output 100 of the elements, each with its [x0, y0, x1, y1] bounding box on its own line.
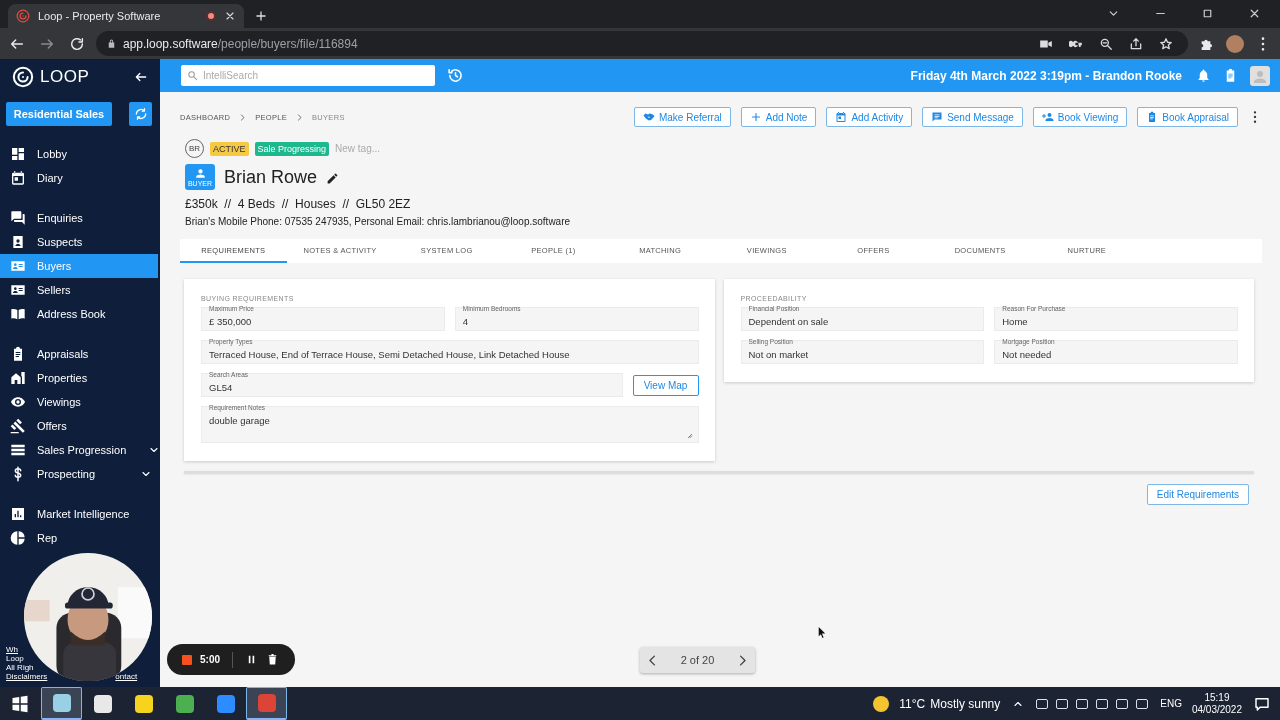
profile-avatar[interactable]: [1226, 34, 1244, 53]
zoom-icon[interactable]: [1099, 36, 1113, 51]
plus-icon: [749, 111, 762, 123]
nav-icon: [10, 170, 26, 186]
footer-link[interactable]: Wh: [6, 645, 18, 654]
nav-icon: [10, 306, 26, 322]
sync-icon: [133, 107, 148, 121]
start-icon[interactable]: [11, 694, 29, 713]
tray-icon[interactable]: [1076, 698, 1089, 709]
browser-tab[interactable]: Loop - Property Software: [8, 4, 244, 28]
temperature-text: 11°C: [899, 696, 926, 711]
tray-icon[interactable]: [1116, 698, 1129, 709]
address-bar[interactable]: app.loop.software/people/buyers/file/116894: [96, 31, 1188, 56]
message-icon: [931, 111, 944, 123]
tray-icon[interactable]: [1056, 698, 1069, 709]
date-user-text: Friday 4th March 2022 3:19pm - Brandon Rooke: [910, 68, 1182, 83]
app-icon[interactable]: [93, 694, 112, 713]
status-tag: ACTIVE: [210, 141, 249, 156]
nav-icon: [10, 530, 26, 546]
sidebar-item[interactable]: Sales Progression: [0, 438, 160, 462]
nav-icon: [10, 210, 26, 226]
sidebar-item[interactable]: Diary: [0, 166, 160, 190]
refresh-button[interactable]: [129, 102, 152, 126]
action-button[interactable]: Send Message: [922, 107, 1023, 127]
action-button[interactable]: Book Viewing: [1032, 107, 1128, 127]
new-tab-icon[interactable]: [254, 9, 268, 23]
calendar-icon: [835, 111, 848, 123]
nav-icon: [10, 146, 26, 162]
maximize-icon[interactable]: [1201, 7, 1214, 20]
weather-icon: [873, 695, 890, 712]
nav-icon: [10, 442, 26, 458]
recording-icon: [206, 11, 216, 21]
logo-text: LOOP: [40, 66, 90, 87]
edit-requirements-button[interactable]: Edit Requirements: [1146, 484, 1249, 505]
page-count: 2 of 20: [680, 654, 715, 666]
sidebar-item[interactable]: Prospecting: [0, 462, 160, 486]
nav-icon: [10, 370, 26, 386]
sidebar-item[interactable]: Appraisals: [0, 342, 160, 366]
sidebar-item[interactable]: Properties: [0, 366, 160, 390]
trash-icon[interactable]: [266, 653, 279, 666]
url-text: app.loop.software/people/buyers/file/116894: [123, 36, 358, 51]
person-add-icon: [1041, 111, 1054, 123]
edit-icon[interactable]: [326, 172, 340, 185]
sidebar-item[interactable]: Rep: [0, 526, 160, 550]
clock-date[interactable]: 04/03/2022: [1191, 703, 1242, 716]
action-button[interactable]: Make Referral: [633, 107, 731, 127]
nav-icon: [10, 258, 26, 274]
contact-details: Brian's Mobile Phone: 07535 247935, Personal Email: chris.lambrianou@loop.software: [185, 216, 572, 227]
stop-icon[interactable]: [182, 654, 192, 665]
person-icon: [193, 166, 207, 180]
search-field[interactable]: IntelliSearch: [181, 65, 435, 86]
app-icon[interactable]: [134, 694, 153, 713]
person-name: Brian Rowe: [224, 166, 318, 188]
close-icon[interactable]: [224, 10, 236, 22]
history-icon[interactable]: [447, 67, 464, 84]
sidebar-item[interactable]: Market Intelligence: [0, 502, 160, 526]
nav-icon: [10, 506, 26, 522]
lock-icon: [106, 38, 117, 49]
search-icon: [187, 70, 198, 81]
chevron-icon: [295, 112, 305, 122]
app-icon[interactable]: [52, 694, 71, 712]
tray-icon[interactable]: [1036, 698, 1049, 709]
logo-icon: [12, 65, 34, 88]
share-icon[interactable]: [1129, 36, 1143, 51]
footer-text: All Righ: [6, 663, 34, 672]
status-tag: Sale Progressing: [254, 141, 330, 156]
nav-icon: [10, 282, 26, 298]
action-button[interactable]: Book Appraisal: [1137, 107, 1238, 127]
action-button[interactable]: Add Note: [740, 107, 817, 127]
sidebar-item[interactable]: Enquiries: [0, 206, 160, 230]
tab-favicon-icon: [16, 9, 30, 23]
language-text[interactable]: ENG: [1160, 698, 1182, 709]
weather-text: Mostly sunny: [930, 696, 1001, 711]
star-icon[interactable]: [1159, 36, 1173, 51]
chevron-icon: [238, 112, 248, 122]
action-button[interactable]: Add Activity: [826, 107, 913, 127]
tray-icon[interactable]: [1136, 698, 1149, 709]
bell-icon[interactable]: [1196, 68, 1211, 83]
reload-icon[interactable]: [69, 35, 85, 52]
sidebar-item[interactable]: Address Book: [0, 302, 160, 326]
sidebar-item[interactable]: Sellers: [0, 278, 160, 302]
app-icon[interactable]: [175, 694, 194, 713]
property-summary: £350k // 4 Beds // Houses // GL50 2EZ: [185, 197, 412, 211]
sidebar-item[interactable]: Viewings: [0, 390, 160, 414]
footer-link[interactable]: ontact: [115, 672, 138, 681]
nav-icon: [10, 418, 26, 434]
footer-text: Loop: [6, 654, 24, 663]
footer-link[interactable]: Disclaimers: [6, 672, 48, 681]
notification-icon[interactable]: [1254, 695, 1270, 712]
close-icon[interactable]: [1248, 7, 1261, 20]
nav-icon: [10, 394, 26, 410]
view-map-button[interactable]: View Map: [632, 374, 699, 396]
recording-time: 5:00: [200, 654, 220, 665]
sidebar-item[interactable]: Suspects: [0, 230, 160, 254]
tray-icon[interactable]: [1096, 698, 1109, 709]
clock-time[interactable]: 15:19: [1204, 691, 1230, 704]
tag-input[interactable]: New tag...: [335, 143, 416, 154]
sidebar-item[interactable]: Lobby: [0, 142, 160, 166]
nav-icon: [10, 234, 26, 250]
sidebar-item[interactable]: Offers: [0, 414, 160, 438]
